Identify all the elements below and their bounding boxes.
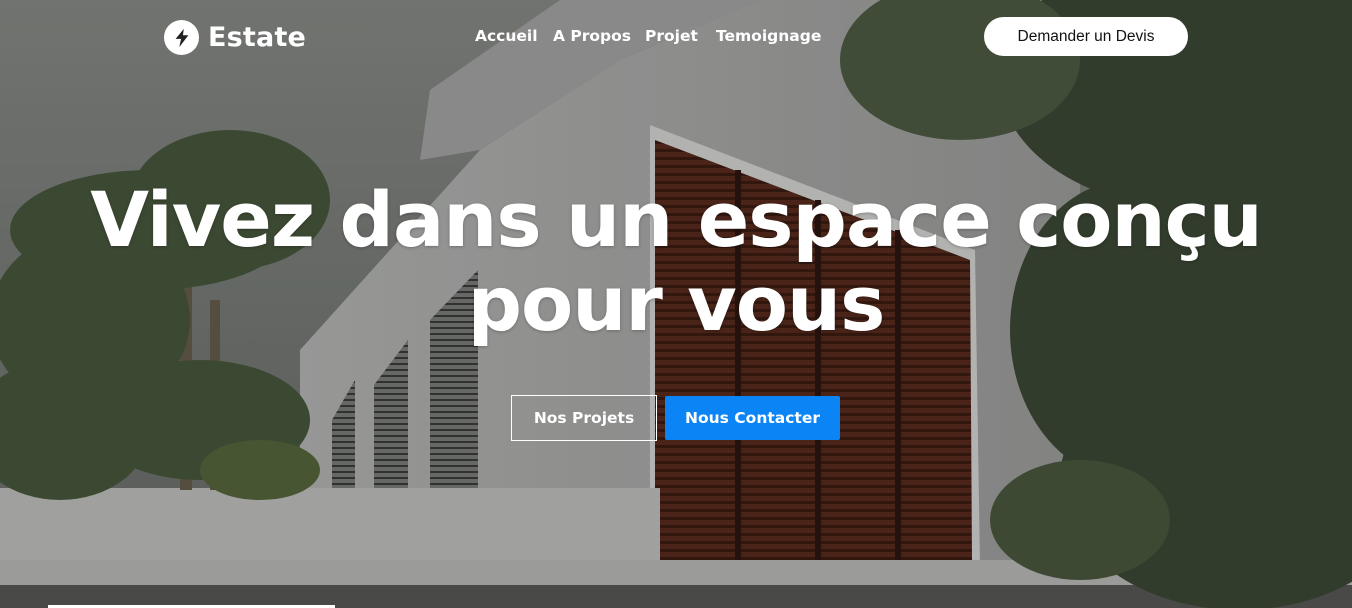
nav-item-projet[interactable]: Projet — [645, 27, 716, 45]
lightning-bolt-icon — [164, 20, 199, 55]
brand-name: Estate — [208, 22, 307, 53]
hero-title-line-2: pour vous — [467, 259, 886, 348]
nav-item-a-propos[interactable]: A Propos — [553, 27, 645, 45]
hero-title: Vivez dans un espace conçu pour vous — [0, 178, 1352, 346]
brand-logo[interactable]: Estate — [164, 20, 306, 55]
contact-us-button[interactable]: Nous Contacter — [665, 396, 840, 440]
hero-title-line-1: Vivez dans un espace conçu — [90, 175, 1263, 264]
request-quote-button[interactable]: Demander un Devis — [984, 17, 1188, 56]
hero-section: Estate Accueil A Propos Projet Temoignag… — [0, 0, 1352, 608]
our-projects-button[interactable]: Nos Projets — [511, 395, 657, 441]
main-nav: Accueil A Propos Projet Temoignage — [475, 27, 821, 45]
nav-item-temoignage[interactable]: Temoignage — [716, 27, 821, 45]
nav-item-accueil[interactable]: Accueil — [475, 27, 553, 45]
